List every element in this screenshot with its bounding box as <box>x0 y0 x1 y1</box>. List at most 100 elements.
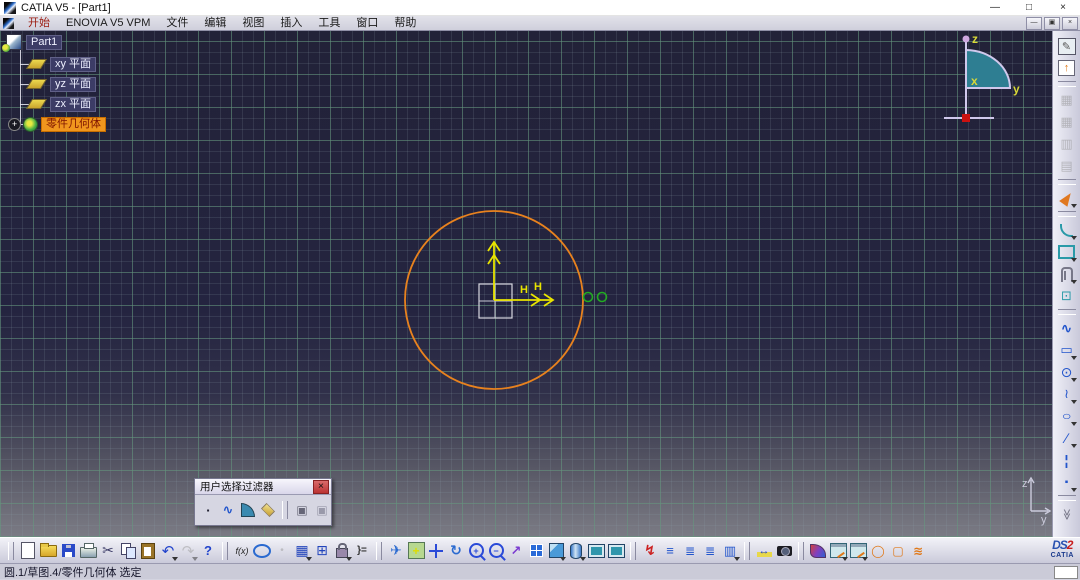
filter-close-button[interactable]: × <box>313 480 329 494</box>
rectangle-tool-button[interactable]: ▭ <box>1057 340 1077 360</box>
maximize-button[interactable]: □ <box>1012 0 1046 16</box>
fly-mode-button[interactable]: ✈ <box>386 541 406 561</box>
sketcher-workbench-icon[interactable]: ✎ <box>1057 36 1077 56</box>
compass-manipulation-dot[interactable] <box>963 36 970 43</box>
rectangle-tool-button-dropdown[interactable] <box>1071 356 1077 360</box>
compass-base-handle[interactable] <box>962 114 970 122</box>
zoom-in-button[interactable]: + <box>466 541 486 561</box>
iso-view-button[interactable] <box>546 541 566 561</box>
point-tool-button[interactable]: ▪ <box>1057 472 1077 492</box>
menu-item-tools[interactable]: 工具 <box>310 16 348 31</box>
circle-tool-button[interactable]: ⊙ <box>1057 362 1077 382</box>
undo-button[interactable]: ↶ <box>158 541 178 561</box>
swap-visible-space-button[interactable] <box>586 541 606 561</box>
diagnostics-button[interactable]: ≋ <box>908 541 928 561</box>
mdi-restore-button[interactable]: ▣ <box>1044 17 1060 30</box>
sketch-tools-button-2[interactable] <box>848 541 868 561</box>
minimize-button[interactable]: — <box>978 0 1012 16</box>
circle-tool-button-dropdown[interactable] <box>1071 378 1077 382</box>
cut-button[interactable]: ✂ <box>98 541 118 561</box>
spline-tool-button-dropdown[interactable] <box>1071 400 1077 404</box>
menu-item-start[interactable]: 开始 <box>20 16 58 31</box>
catalog-browser-button-dropdown[interactable] <box>734 557 740 561</box>
knowledge-inspector-button[interactable] <box>252 541 272 561</box>
zoom-out-button[interactable]: − <box>486 541 506 561</box>
point-filter-button[interactable]: ▪ <box>198 500 218 520</box>
context-help-button[interactable]: ? <box>198 541 218 561</box>
spec-tree-button-1[interactable]: ≣ <box>680 541 700 561</box>
multi-view-button[interactable] <box>526 541 546 561</box>
more-tools-chevron[interactable]: ≫ <box>1057 504 1077 524</box>
predefined-profile-button[interactable] <box>1057 242 1077 262</box>
tree-expander[interactable]: + <box>8 118 21 131</box>
design-table-button[interactable]: ⊞ <box>312 541 332 561</box>
exit-workbench-button[interactable]: ↑ <box>1057 58 1077 78</box>
select-tool-button-dropdown[interactable] <box>1071 204 1077 208</box>
corner-operation-button-dropdown[interactable] <box>1071 236 1077 240</box>
close-button[interactable]: × <box>1046 0 1080 16</box>
menu-item-help[interactable]: 帮助 <box>386 16 424 31</box>
sketch-tools-button-1[interactable] <box>828 541 848 561</box>
mdi-minimize-button[interactable]: — <box>1026 17 1042 30</box>
measure-button[interactable]: ↔ <box>754 541 774 561</box>
rotate-button[interactable]: ↻ <box>446 541 466 561</box>
point-tool-button-dropdown[interactable] <box>1071 488 1077 492</box>
new-document-button[interactable] <box>18 541 38 561</box>
mdi-close-button[interactable]: × <box>1062 17 1078 30</box>
apply-material-button[interactable] <box>808 541 828 561</box>
v-axis[interactable] <box>488 242 500 300</box>
spec-tree-button-2[interactable]: ≣ <box>700 541 720 561</box>
constraint-button[interactable]: ⊡ <box>1057 286 1077 306</box>
tree-node-part-body[interactable]: 零件几何体 <box>41 117 106 132</box>
menu-item-insert[interactable]: 插入 <box>272 16 310 31</box>
hide-show-button[interactable] <box>566 541 586 561</box>
ellipse-tool-button-dropdown[interactable] <box>1071 422 1077 426</box>
render-tools-button[interactable] <box>774 541 794 561</box>
construction-element-button[interactable]: ▢ <box>888 541 908 561</box>
select-tool-button[interactable] <box>1057 188 1077 208</box>
normal-view-button[interactable]: ↗ <box>506 541 526 561</box>
tree-node-yz-plane[interactable]: yz 平面 <box>50 77 96 92</box>
ellipse-tool-button[interactable]: ○ <box>1057 406 1077 426</box>
menu-item-view[interactable]: 视图 <box>234 16 272 31</box>
feature-element-filter-button[interactable]: ▣ <box>292 500 312 520</box>
print-button[interactable] <box>78 541 98 561</box>
pan-button[interactable] <box>426 541 446 561</box>
power-input-field[interactable] <box>1054 566 1078 579</box>
spline-tool-button[interactable]: ≀ <box>1057 384 1077 404</box>
calculator-button[interactable]: ▦ <box>292 541 312 561</box>
curve-filter-button[interactable]: ∿ <box>218 500 238 520</box>
lock-button[interactable] <box>332 541 352 561</box>
paste-button[interactable] <box>138 541 158 561</box>
surface-filter-button[interactable] <box>238 500 258 520</box>
line-tool-button[interactable]: ∕ <box>1057 428 1077 448</box>
menu-item-window[interactable]: 窗口 <box>348 16 386 31</box>
rule-editor-button[interactable]: }= <box>352 541 372 561</box>
knowledge-advisor-button[interactable]: ↯ <box>640 541 660 561</box>
filter-toolbar-titlebar[interactable]: 用户选择过滤器 × <box>195 479 331 495</box>
sketcher-viewport[interactable]: H H z x y z <box>0 31 1052 537</box>
tree-node-xy-plane[interactable]: xy 平面 <box>50 57 96 72</box>
line-tool-button-dropdown[interactable] <box>1071 444 1077 448</box>
menu-item-file[interactable]: 文件 <box>158 16 196 31</box>
volume-filter-button[interactable] <box>258 500 278 520</box>
open-button[interactable] <box>38 541 58 561</box>
corner-operation-button[interactable] <box>1057 220 1077 240</box>
predefined-profile-button-dropdown[interactable] <box>1071 258 1077 262</box>
constraint-symbol-2[interactable] <box>598 293 607 302</box>
profile-tool-button[interactable]: ∿ <box>1057 318 1077 338</box>
catalog-browser-button[interactable]: ▥ <box>720 541 740 561</box>
fit-all-in-button[interactable]: + <box>406 541 426 561</box>
constraint-dialog-button-dropdown[interactable] <box>1071 280 1077 284</box>
tree-node-zx-plane[interactable]: zx 平面 <box>50 97 96 112</box>
formula-button[interactable]: f(x) <box>232 541 252 561</box>
swap-visible-space-button-2[interactable] <box>606 541 626 561</box>
specification-list-button[interactable]: ≡ <box>660 541 680 561</box>
save-button[interactable] <box>58 541 78 561</box>
tree-node-part1[interactable]: Part1 <box>26 35 62 50</box>
menu-item-edit[interactable]: 编辑 <box>196 16 234 31</box>
axis-tool-button[interactable]: ¦ <box>1057 450 1077 470</box>
menu-item-enovia[interactable]: ENOVIA V5 VPM <box>58 16 158 31</box>
snap-to-point-button[interactable]: ◯ <box>868 541 888 561</box>
compass[interactable]: z x y <box>944 32 1020 122</box>
